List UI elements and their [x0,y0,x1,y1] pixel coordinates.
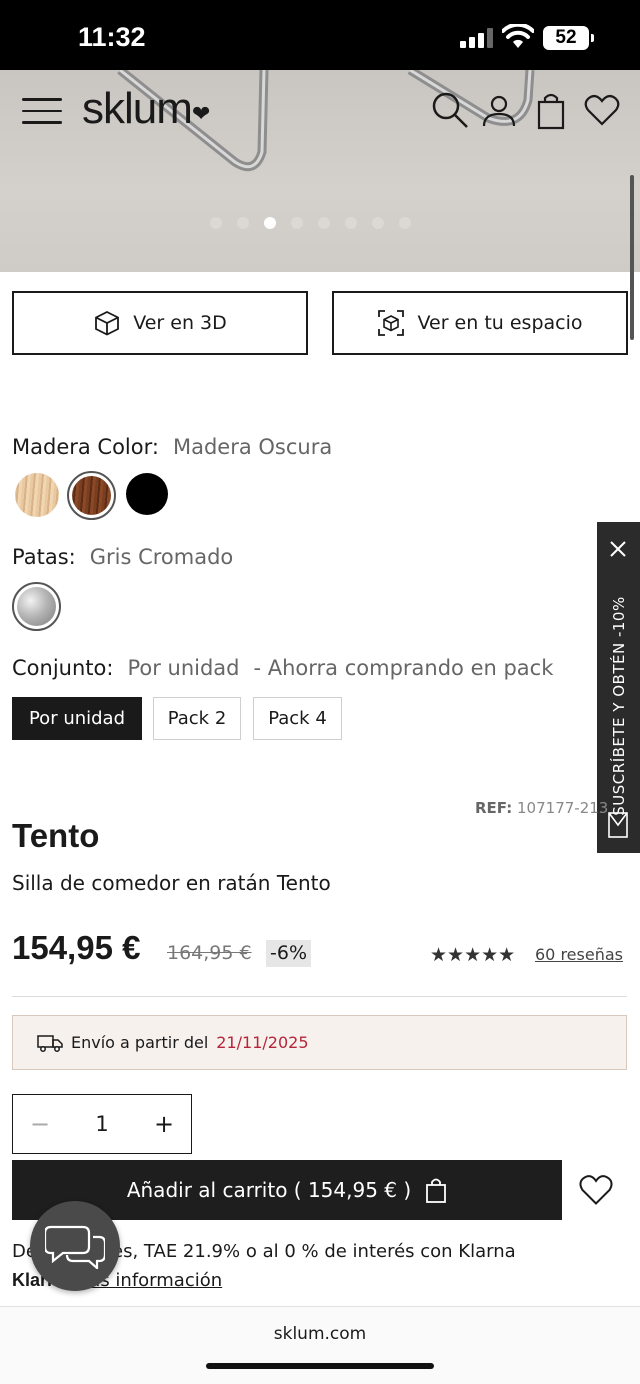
user-icon[interactable] [479,90,519,130]
cellular-signal-icon [460,28,494,48]
wishlist-heart-icon[interactable] [582,90,622,130]
discount-badge: -6% [266,940,311,967]
pack-option-pack-2[interactable]: Pack 2 [153,697,241,740]
carousel-dot[interactable] [237,217,249,229]
search-icon[interactable] [430,90,470,130]
home-indicator[interactable] [206,1363,434,1369]
product-subtitle: Silla de comedor en ratán Tento [12,871,331,895]
site-header: sklum❤ [0,70,640,150]
reviews-link[interactable]: 60 reseñas [535,945,623,964]
wifi-icon [502,24,534,48]
carousel-dot[interactable] [399,217,411,229]
scrollbar[interactable] [630,175,634,340]
envelope-icon [608,812,628,838]
status-bar: 11:32 52 [0,0,640,70]
shipping-date: 21/11/2025 [216,1033,309,1052]
chat-support-button[interactable] [30,1201,120,1291]
swatch-light-wood[interactable] [15,473,59,517]
sklum-logo[interactable]: sklum❤ [82,84,210,134]
quantity-increase-button[interactable]: + [137,1095,191,1153]
close-icon[interactable] [608,539,628,559]
current-price: 154,95 € [12,929,141,966]
hamburger-menu-icon[interactable] [22,98,62,124]
view-3d-button[interactable]: Ver en 3D [12,291,308,355]
pack-option-por-unidad[interactable]: Por unidad [12,697,142,740]
browser-bottom-bar: sklum.com [0,1306,640,1384]
set-label: Conjunto: Por unidad - Ahorra comprando en… [12,656,554,680]
legs-label: Patas: Gris Cromado [12,545,234,569]
ar-cube-icon [378,310,405,336]
chat-bubbles-icon [45,1225,105,1269]
browser-url[interactable]: sklum.com [0,1324,640,1344]
divider [12,996,627,997]
pack-option-pack-4[interactable]: Pack 4 [253,697,342,740]
quantity-decrease-button[interactable]: − [13,1095,67,1153]
original-price: 164,95 € [167,942,252,964]
rating-stars: ★★★★★ [430,944,516,966]
product-reference: REF: 107177-213 [475,799,609,817]
add-to-wishlist-heart-icon[interactable] [578,1172,614,1208]
swatch-chrome-grey-selected[interactable] [12,582,61,631]
subscribe-tab-label: SUSCRÍBETE Y OBTÉN -10% [610,596,628,816]
product-title: Tento [12,817,100,854]
shopping-bag-icon[interactable] [531,90,571,130]
carousel-dot[interactable] [345,217,357,229]
delivery-truck-icon [37,1034,63,1052]
carousel-dot[interactable] [372,217,384,229]
carousel-dot[interactable] [318,217,330,229]
view-in-space-button[interactable]: Ver en tu espacio [332,291,628,355]
battery-indicator: 52 [543,26,594,50]
cube-icon [95,310,120,336]
quantity-value[interactable]: 1 [67,1112,137,1136]
swatch-dark-wood-selected[interactable] [67,471,116,520]
carousel-dots[interactable] [210,217,411,229]
shipping-info-banner: Envío a partir del 21/11/2025 [12,1015,627,1070]
carousel-dot[interactable] [210,217,222,229]
shopping-bag-icon [426,1178,447,1203]
status-time: 11:32 [78,22,146,52]
swatch-black[interactable] [126,473,168,515]
quantity-stepper[interactable]: − 1 + [12,1094,192,1154]
carousel-dot[interactable] [291,217,303,229]
carousel-dot-active[interactable] [264,217,276,229]
wood-color-label: Madera Color: Madera Oscura [12,435,333,459]
